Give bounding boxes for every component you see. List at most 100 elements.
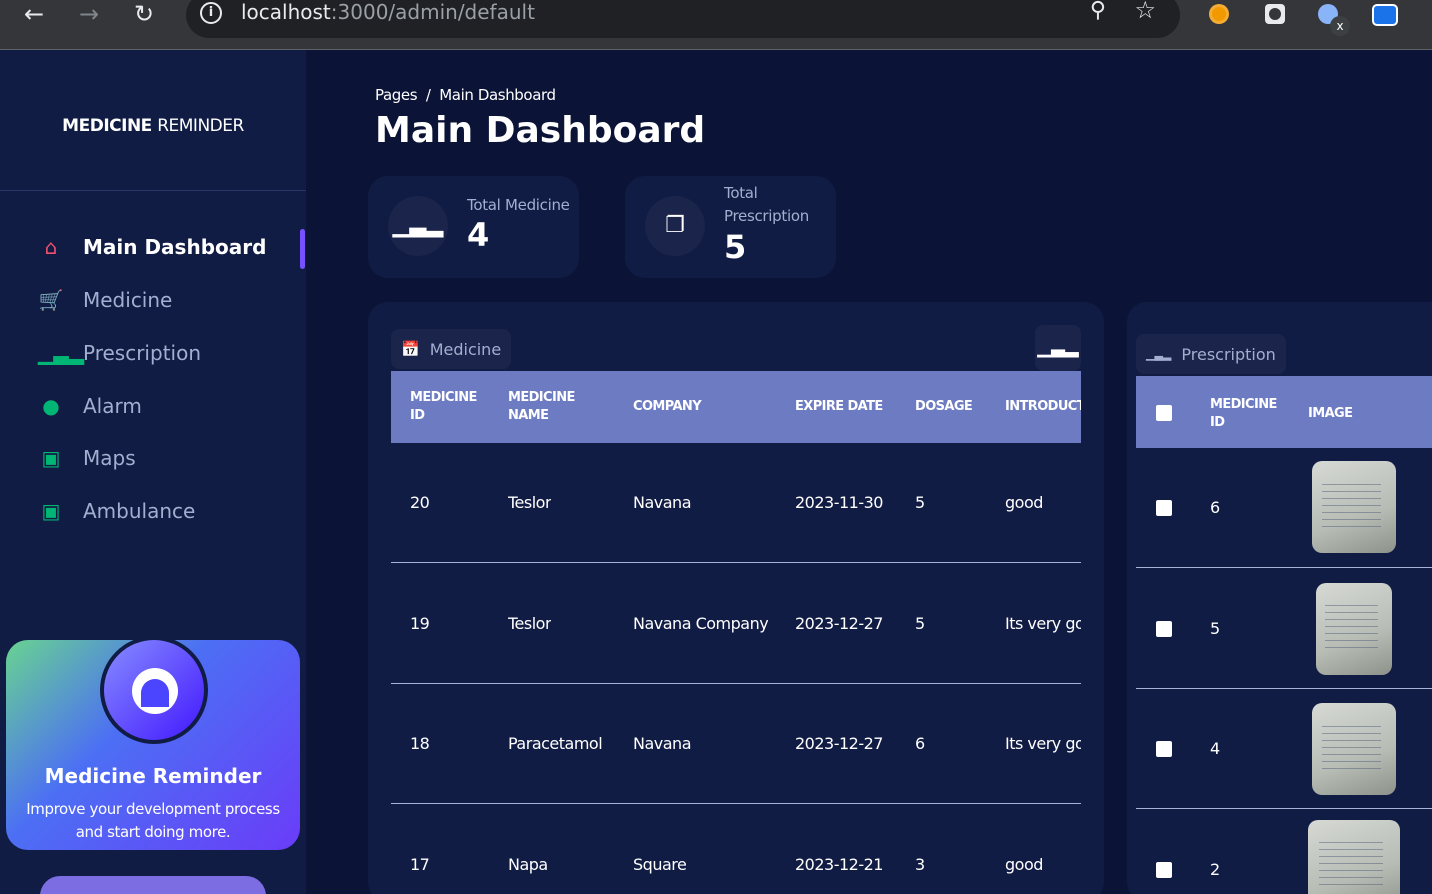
col-medicine-id[interactable]: MEDICINE ID [1210,396,1280,432]
lock-icon: ▣ [41,499,61,523]
sidebar-item-medicine[interactable]: 🛒 Medicine [38,285,173,315]
brand-light: REMINDER [157,116,244,136]
sidebar-item-label: Alarm [83,394,142,418]
sidebar-item-label: Medicine [83,288,173,312]
cell-dosage: 5 [915,613,925,633]
brand-bold: MEDICINE [62,116,152,136]
cart-icon: 🛒 [38,288,64,312]
prescription-table-header: MEDICINE ID IMAGE [1136,376,1432,448]
col-medicine-name[interactable]: MEDICINE NAME [508,389,588,425]
promo-button[interactable] [40,876,266,894]
bar-chart-icon[interactable]: ▁▃▂ [1035,325,1081,371]
sidebar-item-prescription[interactable]: ▁▃▂ Prescription [38,338,201,368]
back-arrow-icon[interactable]: ← [20,0,48,28]
cell-expire-date: 2023-12-21 [795,854,883,874]
brand-logo[interactable]: MEDICINE REMINDER [0,116,306,136]
zoom-icon[interactable]: ⚲ [1090,0,1106,23]
col-company[interactable]: COMPANY [633,398,702,416]
table-row[interactable]: 19 Teslor Navana Company 2023-12-27 5 Its ver… [391,564,1081,684]
table-row[interactable]: 17 Napa Square 2023-12-21 3 good [391,805,1081,894]
prescription-tab[interactable]: ▁▃▂ Prescription [1136,334,1286,374]
sidebar-divider [0,190,306,191]
sidebar-item-maps[interactable]: ▣ Maps [38,443,136,473]
row-checkbox[interactable] [1156,861,1172,878]
cell-medicine-id: 6 [1210,498,1220,517]
table-row[interactable]: 18 Paracetamol Navana 2023-12-27 6 Its very g… [391,684,1081,804]
url-path: :3000/admin/default [330,0,535,24]
cell-medicine-name: Teslor [508,613,552,633]
table-row[interactable]: 2 [1136,810,1432,894]
medicine-card: 📅 Medicine ▁▃▂ MEDICINE ID MEDICINE NAME… [368,302,1104,894]
address-bar[interactable]: i localhost:3000/admin/default ⚲ ☆ [186,0,1180,38]
cell-medicine-id: 20 [410,493,430,512]
select-all-checkbox[interactable] [1156,405,1172,421]
extension-icon[interactable] [1209,4,1229,24]
cell-medicine-id: 17 [410,854,430,874]
cell-introduction: Its very goo [1005,613,1081,633]
table-row[interactable]: 4 [1136,689,1432,809]
stat-value: 4 [467,216,490,254]
person-icon: ● [42,394,60,418]
site-info-icon[interactable]: i [200,2,222,24]
stat-card-total-medicine: ▁▃▂ Total Medicine 4 [368,176,579,278]
sidebar-item-label: Maps [83,446,136,470]
col-introduction[interactable]: INTRODUCTI [1005,398,1081,416]
prescription-image[interactable] [1316,582,1392,675]
promo-logo [100,636,208,744]
col-image[interactable]: IMAGE [1308,405,1353,423]
page-title: Main Dashboard [375,110,706,151]
sidebar-item-label: Main Dashboard [83,235,267,259]
sidebar-item-label: Ambulance [83,499,196,523]
prescription-tab-label: Prescription [1181,344,1276,364]
app-logo-icon [132,668,178,714]
cell-introduction: Its very goo [1005,734,1081,753]
extension-icon[interactable] [1265,4,1285,24]
bar-chart-icon: ▁▃▂ [1146,347,1172,361]
url-text[interactable]: localhost:3000/admin/default [241,0,535,24]
table-row[interactable]: 6 [1136,448,1432,568]
extension-icon[interactable] [1372,4,1398,26]
cell-introduction: good [1005,854,1043,874]
row-checkbox[interactable] [1156,620,1172,637]
browser-toolbar: ← → ↻ i localhost:3000/admin/default ⚲ ☆… [0,0,1432,50]
prescription-image[interactable] [1308,819,1400,894]
url-host: localhost [241,0,331,24]
col-expire-date[interactable]: EXPIRE DATE [795,398,883,416]
stat-label: Total Prescription [724,184,809,225]
medicine-tab-label: Medicine [429,339,502,359]
cell-medicine-id: 19 [410,613,430,633]
active-indicator [300,229,305,269]
sidebar-item-alarm[interactable]: ● Alarm [38,391,142,421]
prescription-image[interactable] [1312,461,1396,553]
col-dosage[interactable]: DOSAGE [915,398,973,416]
cell-company: Navana Company [633,613,769,633]
cell-company: Navana [633,493,691,512]
stat-value: 5 [724,228,747,266]
promo-text: Improve your development process and sta… [26,800,280,841]
cell-medicine-name: Teslor [508,493,552,512]
cell-expire-date: 2023-12-27 [795,613,883,633]
sidebar-item-main-dashboard[interactable]: ⌂ Main Dashboard [38,232,267,262]
documents-icon: ❐ [645,196,705,256]
bookmark-star-icon[interactable]: ☆ [1134,0,1156,24]
medicine-tab[interactable]: 📅 Medicine [391,329,512,369]
forward-arrow-icon[interactable]: → [75,0,103,28]
row-checkbox[interactable] [1156,741,1172,757]
medicine-table-header: MEDICINE ID MEDICINE NAME COMPANY EXPIRE… [391,371,1081,443]
cell-medicine-id: 4 [1210,739,1220,758]
sidebar-item-ambulance[interactable]: ▣ Ambulance [38,496,196,526]
col-medicine-id[interactable]: MEDICINE ID [410,389,480,425]
prescription-image[interactable] [1312,703,1396,795]
cell-medicine-name: Napa [508,854,548,874]
table-row[interactable]: 20 Teslor Navana 2023-11-30 5 good [391,443,1081,563]
sidebar-item-label: Prescription [83,341,201,365]
cell-company: Navana [633,734,691,753]
breadcrumb: Pages / Main Dashboard [375,86,556,104]
cell-company: Square [633,854,687,874]
table-row[interactable]: 5 [1136,569,1432,689]
prescription-card: ▁▃▂ Prescription MEDICINE ID IMAGE 6 5 4 2 [1127,302,1432,894]
stat-label: Total Medicine [467,196,570,214]
cell-expire-date: 2023-12-27 [795,734,883,753]
reload-icon[interactable]: ↻ [130,0,158,28]
row-checkbox[interactable] [1156,500,1172,516]
